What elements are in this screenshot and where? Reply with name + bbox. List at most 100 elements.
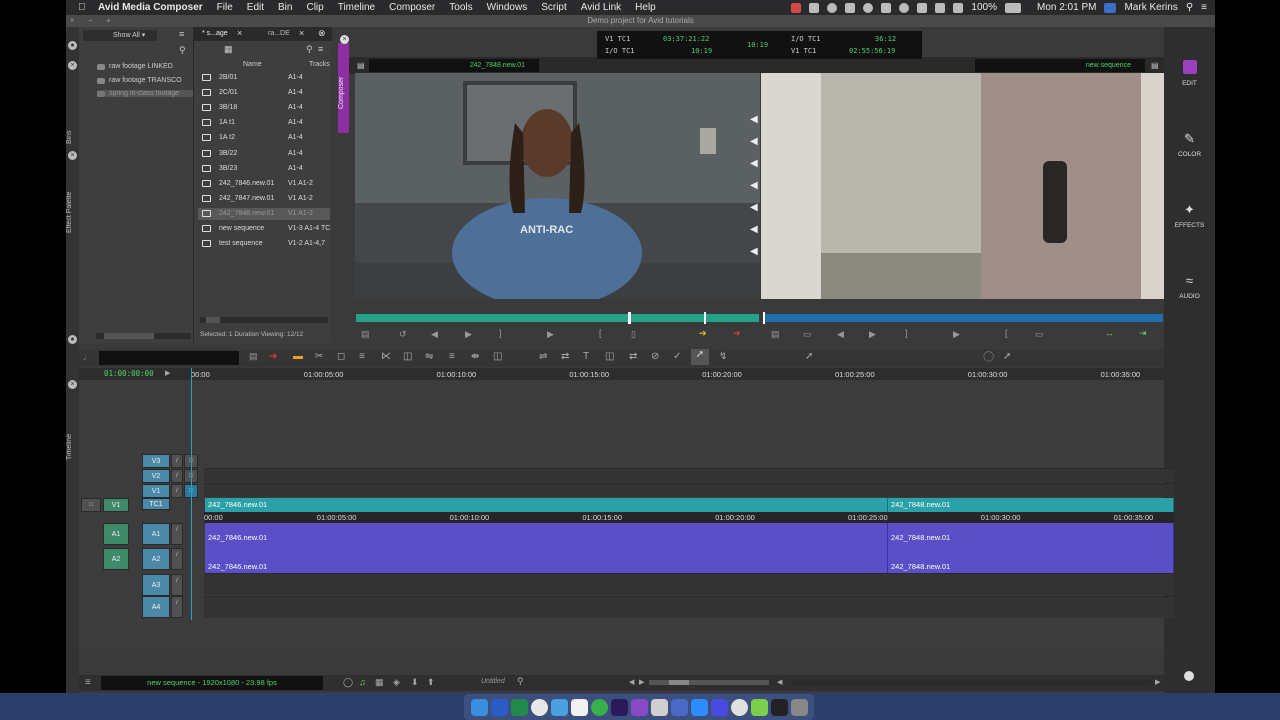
- mark-in-icon[interactable]: [: [599, 328, 602, 338]
- window-zoom-icon[interactable]: +: [106, 16, 111, 25]
- menu-clip[interactable]: Clip: [306, 2, 323, 13]
- status-sync-icon[interactable]: [827, 2, 838, 13]
- source-track-v1[interactable]: V1: [103, 498, 129, 512]
- composer-tab[interactable]: Composer: [338, 43, 349, 133]
- render-icon[interactable]: ➚: [805, 351, 813, 362]
- scroll-left-icon[interactable]: ◀: [629, 678, 634, 686]
- record-position-indicator[interactable]: [763, 312, 765, 324]
- zoom-slider[interactable]: [649, 680, 769, 685]
- bin-tab-close-icon[interactable]: ×: [299, 28, 304, 38]
- column-header-name[interactable]: Name: [243, 61, 262, 68]
- bin-row[interactable]: 3B/22 A1-4: [198, 148, 330, 160]
- bin-menu-icon[interactable]: ≡: [318, 44, 323, 54]
- lock-icon[interactable]: /: [171, 484, 183, 498]
- window-minimize-icon[interactable]: −: [88, 16, 93, 25]
- timeline-tab[interactable]: Timeline: [66, 422, 79, 472]
- bins-scrollbar[interactable]: [96, 333, 191, 339]
- bin-item[interactable]: raw footage TRANSCO: [97, 77, 182, 84]
- status-shield-icon[interactable]: [881, 2, 892, 13]
- spotify-icon[interactable]: [590, 698, 608, 716]
- add-keyframe-icon[interactable]: ≡: [449, 351, 455, 362]
- audio-workspace-button[interactable]: ≈ AUDIO: [1164, 273, 1215, 300]
- spotlight-icon[interactable]: ⚲: [1186, 2, 1193, 13]
- record-menu-icon[interactable]: ▤: [771, 329, 780, 340]
- record-monitor-video[interactable]: [761, 73, 1164, 299]
- scroll-left-icon[interactable]: ◀: [777, 678, 782, 686]
- bin-search-icon[interactable]: ⚲: [306, 44, 313, 55]
- video-clip[interactable]: 242_7848.new.01: [888, 498, 1174, 512]
- overwrite-icon[interactable]: ➔: [733, 328, 741, 339]
- slide-tool-icon[interactable]: ⇋: [425, 351, 433, 362]
- search-icon[interactable]: ⚲: [517, 676, 524, 687]
- control-center-icon[interactable]: ≡: [1201, 2, 1207, 13]
- bin-item-selected[interactable]: spring in-class footage: [97, 90, 193, 97]
- messages-icon[interactable]: [550, 698, 568, 716]
- trash-icon[interactable]: [790, 698, 808, 716]
- menu-composer[interactable]: Composer: [389, 2, 435, 13]
- source-monitor-video[interactable]: ANTI-RAC: [355, 73, 760, 299]
- splice-in-icon[interactable]: ➔: [699, 328, 707, 339]
- bin-row[interactable]: new sequence V1-3 A1-4 TC: [198, 223, 330, 235]
- sequence-icon[interactable]: ◫: [493, 351, 502, 362]
- up-arrow-icon[interactable]: ⬆: [427, 677, 435, 688]
- bin-scrollbar[interactable]: [200, 317, 328, 323]
- bin-row[interactable]: 3B/23 A1-4: [198, 163, 330, 175]
- menu-tools[interactable]: Tools: [449, 2, 472, 13]
- cut-tool-icon[interactable]: ✂: [315, 351, 323, 362]
- volume-icon[interactable]: [953, 2, 964, 13]
- timeline-close-icon[interactable]: ×: [68, 380, 77, 389]
- excel-icon[interactable]: [510, 698, 528, 716]
- apple-icon[interactable]: : [78, 2, 92, 13]
- bin-row[interactable]: 242_7847.new.01 V1 A1-2: [198, 193, 330, 205]
- column-header-tracks[interactable]: Tracks: [309, 61, 330, 68]
- record-sequence-menu[interactable]: new sequence: [975, 59, 1145, 72]
- bin-tab-active[interactable]: * s...age: [202, 30, 228, 37]
- position-arrow-icon[interactable]: ▶: [165, 369, 170, 377]
- source-position-indicator[interactable]: [704, 312, 706, 324]
- bin-row[interactable]: test sequence V1-2 A1-4,7: [198, 238, 330, 250]
- title-tool-icon[interactable]: T: [583, 351, 589, 362]
- track-lane-a3[interactable]: [204, 573, 1174, 595]
- chrome-icon[interactable]: [530, 698, 548, 716]
- mark-clip-icon[interactable]: ▯: [631, 329, 636, 340]
- safari-icon[interactable]: [670, 698, 688, 716]
- wifi-icon[interactable]: [935, 2, 946, 13]
- timeline-tc-field[interactable]: [99, 351, 239, 365]
- source-track-a1[interactable]: A1: [103, 523, 129, 545]
- record-mark-in-icon[interactable]: [: [1005, 328, 1008, 338]
- bins-search-icon[interactable]: ⚲: [179, 45, 186, 56]
- step-forward-icon[interactable]: ▶: [465, 329, 472, 340]
- list-tool-icon[interactable]: ≡: [359, 351, 365, 362]
- bins-close-icon[interactable]: ×: [68, 61, 77, 70]
- track-lane-a4[interactable]: [204, 596, 1174, 618]
- effect-palette-close-icon[interactable]: ×: [68, 151, 77, 160]
- bin-row[interactable]: 2B/01 A1-4: [198, 72, 330, 84]
- status-compass-icon[interactable]: [863, 2, 874, 13]
- timeline-ruler[interactable]: 00:00 01:00:05:00 01:00:10:00 01:00:15:00 01…: [179, 368, 1164, 380]
- premiere-icon[interactable]: [610, 698, 628, 716]
- flag-icon[interactable]: [1104, 2, 1117, 13]
- bins-settings-icon[interactable]: ●: [68, 41, 77, 50]
- zoom-icon[interactable]: [690, 698, 708, 716]
- source-track-v1-monitor[interactable]: □: [81, 498, 101, 512]
- settings-circle-icon[interactable]: ◯: [983, 351, 994, 362]
- app-icon[interactable]: [730, 698, 748, 716]
- track-selector-a1[interactable]: A1: [142, 523, 170, 545]
- timecode-display[interactable]: V1 TC1 03:37:21:22 I/O TC1 10:19 10:19 I…: [597, 31, 922, 59]
- lock-icon[interactable]: /: [171, 596, 183, 618]
- word-icon[interactable]: [490, 698, 508, 716]
- clock[interactable]: Mon 2:01 PM: [1037, 2, 1096, 13]
- menu-script[interactable]: Script: [541, 2, 567, 13]
- timeline-settings-icon[interactable]: ●: [68, 335, 77, 344]
- battery-percent[interactable]: 100%: [971, 2, 997, 13]
- add-edit-icon[interactable]: ↔: [1105, 328, 1114, 338]
- match-frame-icon[interactable]: ⇄: [629, 351, 637, 362]
- app-icon[interactable]: [750, 698, 768, 716]
- menu-file[interactable]: File: [217, 2, 233, 13]
- track-lane-v2[interactable]: [204, 483, 1174, 497]
- scroll-right-icon[interactable]: ▶: [1155, 678, 1160, 686]
- swap-icon[interactable]: ⇄: [561, 351, 569, 362]
- menu-help[interactable]: Help: [635, 2, 656, 13]
- lock-icon[interactable]: /: [171, 454, 183, 468]
- bluetooth-icon[interactable]: [917, 2, 928, 13]
